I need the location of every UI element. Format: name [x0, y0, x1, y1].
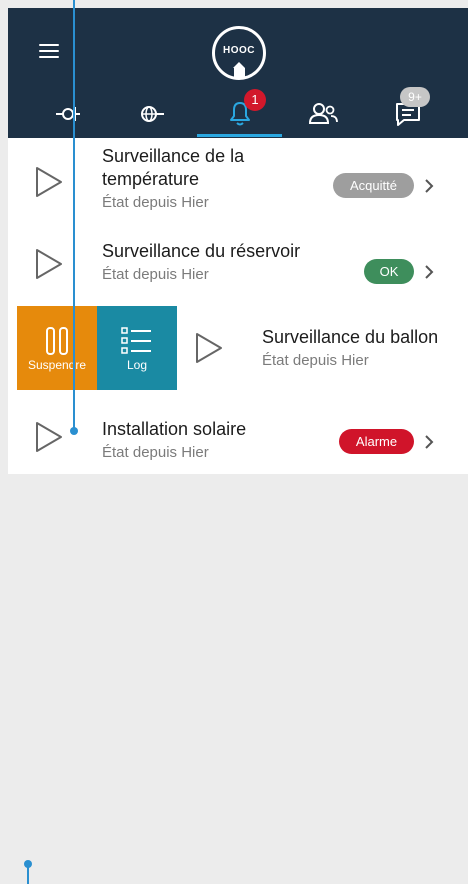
chevron-right-icon[interactable] [423, 178, 435, 194]
active-tab-indicator [197, 134, 282, 137]
monitor-title: Surveillance de la température [102, 145, 244, 191]
tab-network[interactable] [136, 96, 172, 128]
globe-link-icon [141, 106, 164, 122]
logo-text: HOOC [223, 45, 255, 56]
play-icon[interactable] [34, 247, 64, 281]
annotation-line [73, 0, 75, 430]
monitor-subtitle: État depuis Hier [262, 352, 369, 369]
alarm-count-badge: 1 [244, 89, 266, 111]
log-label: Log [126, 358, 148, 372]
monitor-subtitle: État depuis Hier [102, 444, 209, 461]
suspend-label: Suspendre [27, 358, 87, 372]
annotation-dot [70, 427, 78, 435]
house-icon [233, 62, 245, 78]
list-icon [121, 327, 151, 354]
app-header: HOOC 1 9+ [8, 8, 468, 138]
monitor-title-line2: température [102, 169, 200, 189]
play-icon[interactable] [34, 420, 64, 454]
log-button[interactable]: Log [97, 306, 177, 390]
monitor-title: Installation solaire [102, 419, 247, 439]
pause-icon [46, 327, 68, 355]
tab-devices[interactable] [52, 96, 88, 128]
hamburger-menu-icon[interactable] [39, 44, 59, 58]
message-count-badge: 9+ [400, 87, 430, 107]
status-badge: OK [364, 259, 414, 284]
monitor-title: Surveillance du ballon [262, 327, 439, 347]
empty-list-area [8, 474, 468, 884]
chevron-right-icon[interactable] [423, 264, 435, 280]
monitor-row[interactable]: Surveillance de la température État depu… [8, 138, 468, 220]
monitor-title: Surveillance du réservoir [102, 241, 301, 261]
tab-users[interactable] [306, 96, 342, 128]
monitor-subtitle: État depuis Hier [102, 266, 209, 283]
annotation-dot [24, 860, 32, 868]
play-icon[interactable] [194, 331, 224, 365]
status-badge: Alarme [339, 429, 414, 454]
phone-screen: HOOC 1 9+ Surveillance de la température… [8, 8, 468, 884]
play-icon[interactable] [34, 165, 64, 199]
hooc-logo: HOOC [212, 26, 266, 80]
monitor-title-line1: Surveillance de la [102, 146, 245, 166]
status-badge: Acquitté [333, 173, 414, 198]
suspend-button[interactable]: Suspendre [17, 306, 97, 390]
users-icon [308, 103, 338, 124]
monitor-row[interactable]: Surveillance du réservoir État depuis Hi… [8, 220, 468, 306]
monitor-subtitle: État depuis Hier [102, 194, 209, 211]
chevron-right-icon[interactable] [423, 434, 435, 450]
device-link-icon [56, 107, 80, 121]
